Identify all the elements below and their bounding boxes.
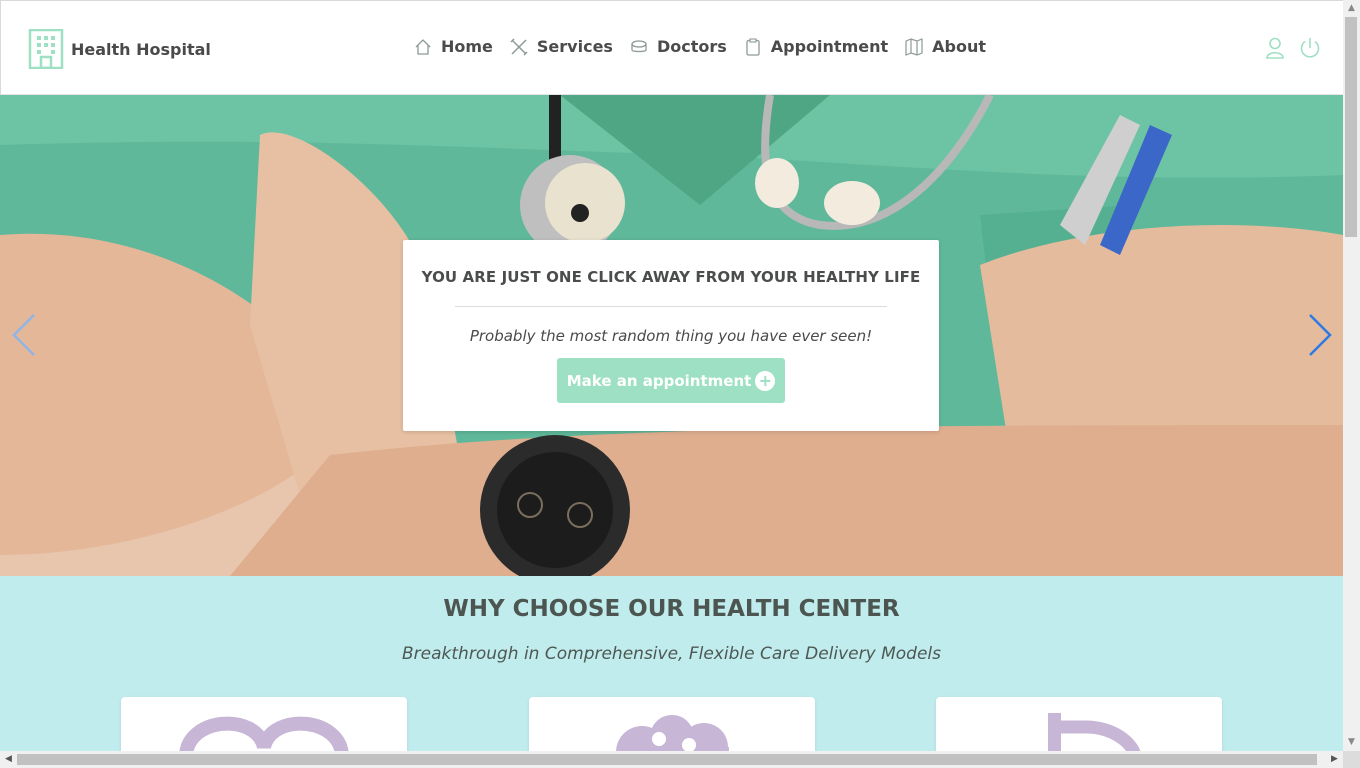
nav-right-actions bbox=[1252, 36, 1322, 60]
feature-card bbox=[936, 697, 1222, 751]
scroll-down-icon[interactable]: ▼ bbox=[1343, 734, 1360, 751]
brand-name: Health Hospital bbox=[71, 39, 211, 59]
vertical-scrollbar[interactable]: ▲ ▼ bbox=[1343, 0, 1360, 751]
infinity-icon bbox=[179, 716, 349, 751]
scroll-up-icon[interactable]: ▲ bbox=[1343, 0, 1360, 17]
nav-label-home: Home bbox=[441, 37, 493, 56]
nav-label-doctors: Doctors bbox=[656, 37, 727, 56]
hero-caption: YOU ARE JUST ONE CLICK AWAY FROM YOUR HE… bbox=[403, 240, 939, 431]
doctors-icon bbox=[631, 39, 647, 52]
plus-circle-icon: + bbox=[755, 370, 776, 391]
clipboard-icon bbox=[746, 37, 760, 56]
home-icon bbox=[415, 38, 431, 55]
nav-item-doctors[interactable]: Doctors bbox=[630, 37, 727, 56]
power-icon[interactable] bbox=[1298, 36, 1322, 60]
vertical-scroll-thumb[interactable] bbox=[1345, 17, 1357, 237]
nav-label-services: Services bbox=[536, 37, 613, 56]
why-choose-section: WHY CHOOSE OUR HEALTH CENTER Breakthroug… bbox=[0, 576, 1343, 751]
feature-card bbox=[121, 697, 407, 751]
scroll-left-icon[interactable]: ◀ bbox=[0, 751, 17, 768]
cloud-icon bbox=[616, 715, 729, 751]
nav-item-home[interactable]: Home bbox=[414, 37, 493, 56]
map-icon bbox=[905, 37, 923, 56]
dollar-icon bbox=[1048, 713, 1141, 751]
make-appointment-button[interactable]: Make an appointment + bbox=[556, 358, 786, 403]
make-appointment-label: Make an appointment bbox=[566, 371, 752, 390]
nav-label-appointment: Appointment bbox=[770, 37, 889, 56]
horizontal-scroll-thumb[interactable] bbox=[17, 754, 1317, 765]
hero-subtitle: Probably the most random thing you have … bbox=[469, 327, 873, 345]
feature-card bbox=[529, 697, 815, 751]
navbar: Health Hospital Home Services Doctors Ap… bbox=[0, 0, 1343, 95]
section-title: WHY CHOOSE OUR HEALTH CENTER bbox=[443, 596, 900, 622]
nav-item-appointment[interactable]: Appointment bbox=[744, 37, 888, 56]
horizontal-scrollbar[interactable]: ◀ ▶ bbox=[0, 751, 1343, 768]
nav-label-about: About bbox=[932, 37, 987, 56]
main-nav: Home Services Doctors Appointment About bbox=[414, 37, 1003, 56]
nav-item-services[interactable]: Services bbox=[510, 37, 613, 56]
hero-title: YOU ARE JUST ONE CLICK AWAY FROM YOUR HE… bbox=[421, 268, 921, 286]
user-icon[interactable] bbox=[1263, 36, 1287, 60]
chevron-left-icon[interactable] bbox=[10, 311, 38, 359]
chevron-right-icon[interactable] bbox=[1306, 311, 1334, 359]
section-subtitle: Breakthrough in Comprehensive, Flexible … bbox=[402, 644, 941, 664]
hospital-building-icon bbox=[28, 29, 64, 69]
scroll-right-icon[interactable]: ▶ bbox=[1326, 751, 1343, 768]
brand[interactable]: Health Hospital bbox=[28, 29, 211, 69]
tools-icon bbox=[510, 37, 528, 56]
page: Health Hospital Home Services Doctors Ap… bbox=[0, 0, 1343, 751]
nav-item-about[interactable]: About bbox=[905, 37, 986, 56]
hero-carousel: YOU ARE JUST ONE CLICK AWAY FROM YOUR HE… bbox=[0, 95, 1343, 576]
scrollbar-corner bbox=[1343, 751, 1360, 768]
caption-divider bbox=[455, 306, 887, 307]
